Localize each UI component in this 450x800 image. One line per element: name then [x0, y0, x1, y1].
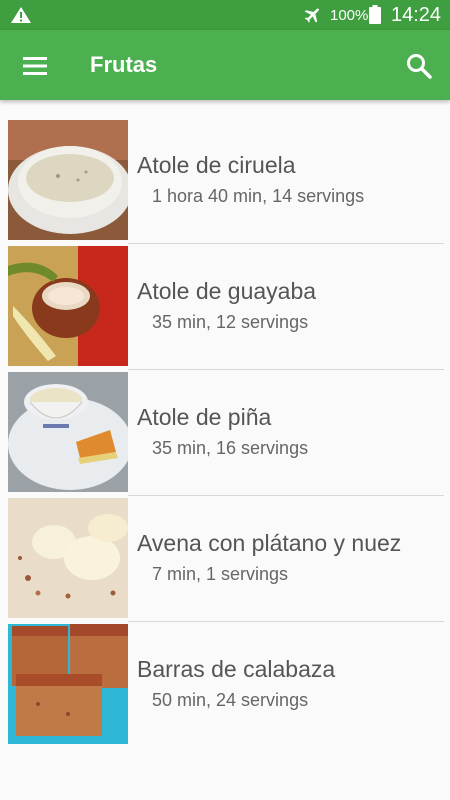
status-time: 14:24	[391, 4, 442, 26]
list-item[interactable]: Avena con plátano y nuez 7 min, 1 servin…	[0, 496, 450, 622]
battery-icon	[369, 5, 381, 24]
list-item[interactable]: Atole de piña 35 min, 16 servings	[0, 370, 450, 496]
recipe-meta: 35 min, 16 servings	[152, 438, 309, 458]
status-bar: 100% 14:24	[0, 0, 450, 30]
recipe-thumbnail	[8, 372, 128, 492]
search-icon[interactable]	[404, 51, 434, 81]
app-bar: Frutas	[0, 30, 450, 100]
battery-percent: 100%	[330, 7, 369, 24]
recipe-meta: 1 hora 40 min, 14 servings	[152, 186, 365, 206]
menu-icon[interactable]	[20, 52, 50, 80]
recipe-thumbnail	[8, 246, 128, 366]
recipe-title: Atole de piña	[137, 404, 272, 430]
recipe-thumbnail	[8, 120, 128, 240]
list-item[interactable]: Atole de ciruela 1 hora 40 min, 14 servi…	[0, 118, 450, 244]
recipe-title: Atole de guayaba	[137, 278, 317, 304]
airplane-mode-icon	[304, 8, 319, 23]
page-title: Frutas	[90, 52, 158, 77]
recipe-meta: 7 min, 1 servings	[152, 564, 289, 584]
recipe-title: Barras de calabaza	[137, 656, 336, 682]
recipe-title: Avena con plátano y nuez	[137, 530, 402, 556]
recipe-title: Atole de ciruela	[137, 152, 296, 178]
list-item[interactable]: Barras de calabaza 50 min, 24 servings	[0, 622, 450, 748]
warning-icon	[11, 7, 31, 23]
list-item[interactable]: Atole de guayaba 35 min, 12 servings	[0, 244, 450, 370]
recipe-thumbnail	[8, 498, 128, 618]
recipe-thumbnail	[8, 624, 128, 744]
recipe-meta: 35 min, 12 servings	[152, 312, 309, 332]
recipe-list: Atole de ciruela 1 hora 40 min, 14 servi…	[0, 118, 450, 748]
recipe-meta: 50 min, 24 servings	[152, 690, 309, 710]
